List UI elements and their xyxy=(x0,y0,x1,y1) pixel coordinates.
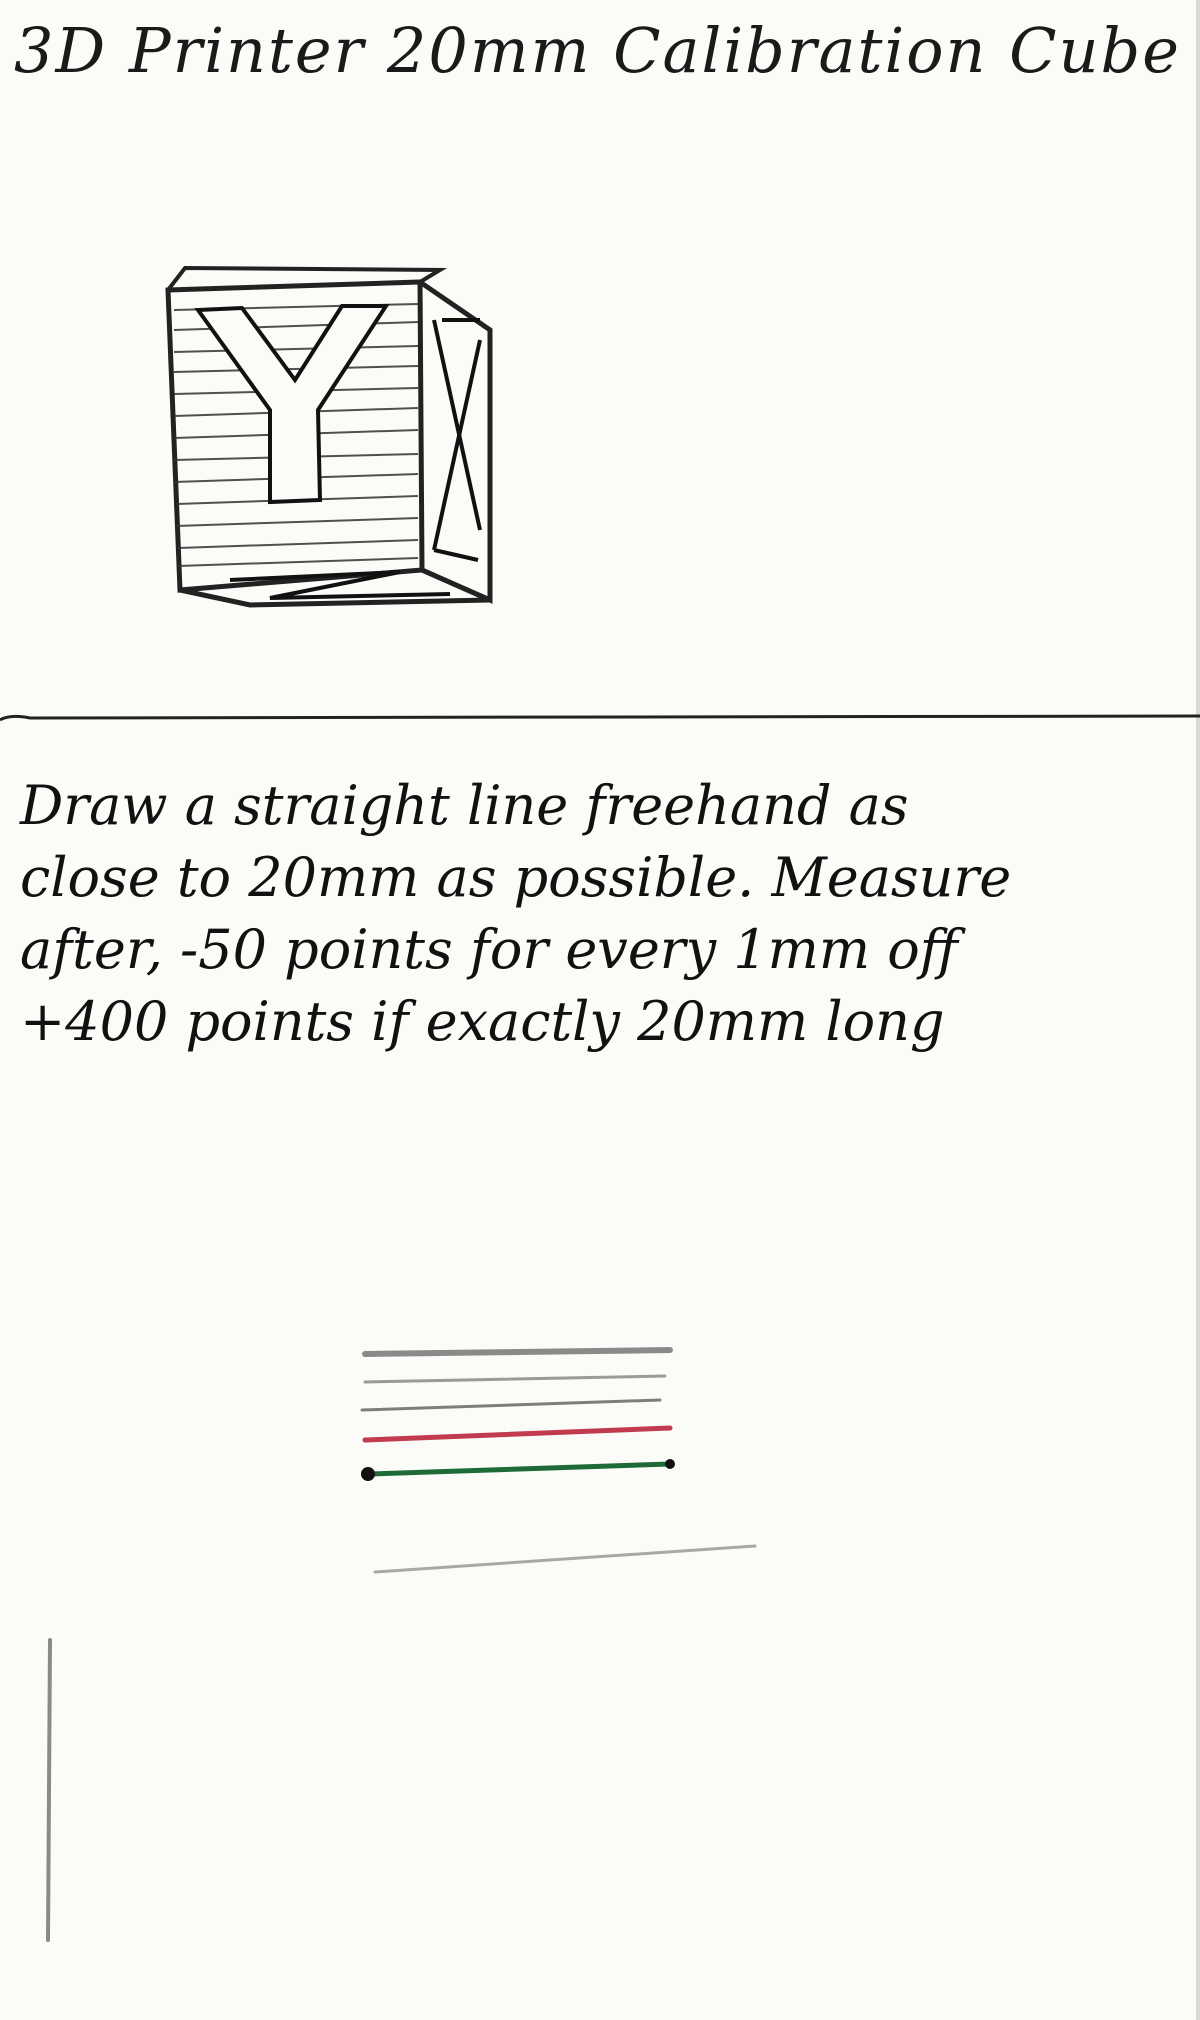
freehand-line-gray-2 xyxy=(363,1374,667,1384)
freehand-line-gray-1 xyxy=(362,1347,673,1357)
instruction-line: after, -50 points for every 1mm off xyxy=(20,918,958,981)
instruction-line: Draw a straight line freehand as xyxy=(20,774,909,837)
card-edge xyxy=(1196,0,1200,2020)
green-line-end-dot xyxy=(665,1459,675,1469)
instruction-line: close to 20mm as possible. Measure xyxy=(20,846,1012,909)
divider-line xyxy=(0,714,1200,722)
instructions-text: Draw a straight line freehand as close t… xyxy=(20,770,1180,1058)
freehand-line-gray-4 xyxy=(373,1544,757,1574)
instruction-line: +400 points if exactly 20mm long xyxy=(20,990,945,1053)
cube-letter-y xyxy=(194,304,390,505)
freehand-vertical-line xyxy=(46,1638,52,1942)
freehand-line-red xyxy=(362,1425,673,1443)
freehand-lines xyxy=(360,1347,757,1574)
cube-side-face xyxy=(417,279,493,604)
freehand-line-green xyxy=(367,1461,673,1477)
drawing-card: 3D Printer 20mm Calibration Cube Draw a … xyxy=(0,0,1200,2020)
cube-letter-x xyxy=(432,318,482,562)
page-title: 3D Printer 20mm Calibration Cube xyxy=(14,14,1181,87)
calibration-cube-sketch xyxy=(165,265,493,608)
green-line-start-dot xyxy=(361,1467,375,1481)
freehand-line-gray-3 xyxy=(360,1398,662,1412)
